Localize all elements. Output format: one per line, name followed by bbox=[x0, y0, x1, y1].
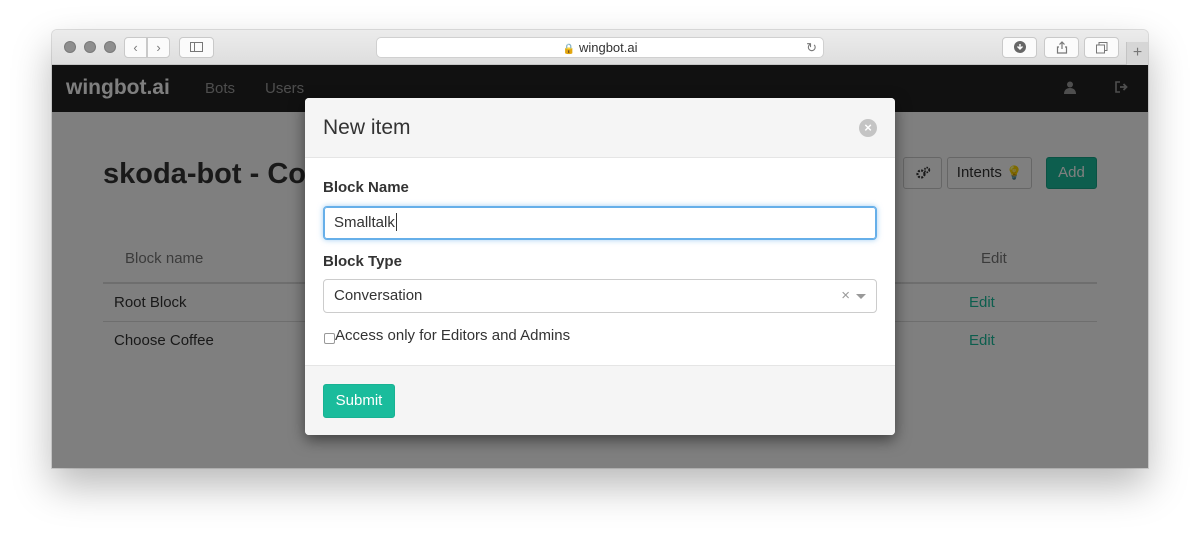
tabs-icon[interactable] bbox=[1084, 37, 1119, 58]
modal-title: New item bbox=[323, 116, 411, 139]
clear-icon[interactable]: × bbox=[841, 280, 850, 312]
sidebar-icon[interactable] bbox=[179, 37, 214, 58]
address-bar[interactable]: 🔒 wingbot.ai ↻ bbox=[376, 37, 824, 58]
web-page: wingbot.ai Bots Users skoda-bot - Co Int… bbox=[52, 65, 1148, 468]
block-name-value: Smalltalk bbox=[334, 214, 395, 231]
block-type-select[interactable]: Conversation × bbox=[323, 279, 877, 313]
window-zoom-dot[interactable] bbox=[104, 41, 116, 53]
block-name-label: Block Name bbox=[323, 179, 409, 196]
chevron-down-icon[interactable] bbox=[856, 294, 866, 299]
text-caret bbox=[395, 212, 397, 231]
modal-footer: Submit bbox=[305, 365, 895, 435]
block-type-value: Conversation bbox=[334, 287, 423, 304]
window-close-dot[interactable] bbox=[64, 41, 76, 53]
new-tab-button[interactable]: + bbox=[1126, 42, 1148, 65]
submit-button[interactable]: Submit bbox=[323, 384, 395, 418]
block-type-label: Block Type bbox=[323, 253, 402, 270]
close-circle-icon[interactable]: × bbox=[859, 119, 877, 137]
chevron-left-icon[interactable]: ‹ bbox=[124, 37, 147, 58]
reload-icon[interactable]: ↻ bbox=[806, 38, 817, 58]
lock-icon: 🔒 bbox=[562, 44, 575, 55]
browser-window: ‹ › 🔒wingbot.ai ↻ + wingbot.ai Bots User… bbox=[52, 30, 1148, 468]
editors-only-label[interactable]: Access only for Editors and Admins bbox=[335, 327, 570, 344]
block-name-input[interactable]: Smalltalk bbox=[323, 206, 877, 240]
modal-header: New item × bbox=[305, 98, 895, 158]
download-icon[interactable] bbox=[1002, 37, 1037, 58]
url-text: wingbot.ai bbox=[578, 40, 638, 55]
browser-toolbar: ‹ › 🔒 wingbot.ai ↻ + bbox=[52, 30, 1148, 65]
window-minimize-dot[interactable] bbox=[84, 41, 96, 53]
chevron-right-icon[interactable]: › bbox=[147, 37, 170, 58]
editors-only-checkbox[interactable] bbox=[324, 333, 335, 344]
share-icon[interactable] bbox=[1044, 37, 1079, 58]
new-item-modal: New item × Block Name Smalltalk Block Ty… bbox=[305, 98, 895, 435]
